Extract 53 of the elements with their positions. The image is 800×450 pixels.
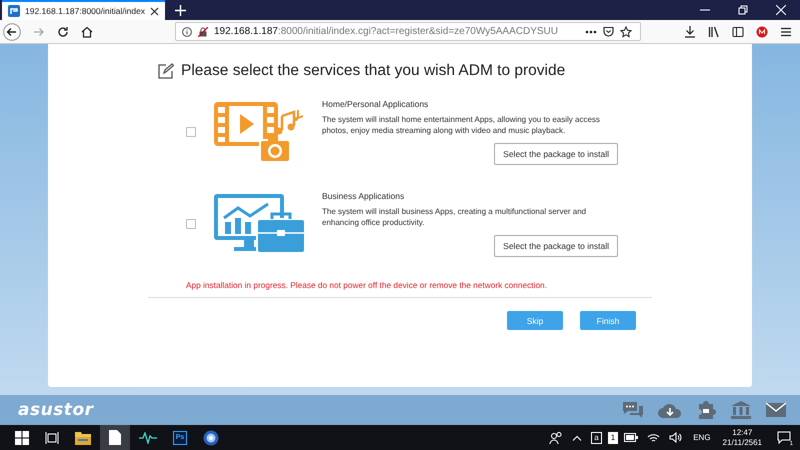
- close-icon[interactable]: [150, 6, 160, 16]
- disc-app-icon[interactable]: [203, 430, 219, 446]
- browser-tab[interactable]: 192.168.1.187:8000/initial/index: [2, 0, 166, 20]
- sidebar-icon[interactable]: [732, 26, 744, 38]
- restore-icon[interactable]: [738, 5, 748, 15]
- folder-icon[interactable]: [75, 430, 91, 444]
- edit-icon: [157, 62, 174, 80]
- cloud-download-icon[interactable]: [658, 402, 682, 418]
- warning-message: App installation in progress. Please do not power off the device or remove the network connection.: [186, 280, 548, 290]
- puzzle-icon[interactable]: [696, 401, 716, 419]
- brand-logo: asustor: [18, 400, 94, 420]
- pocket-icon[interactable]: [603, 26, 614, 37]
- windows-start-icon[interactable]: [15, 430, 29, 444]
- tab-title: 192.168.1.187:8000/initial/index: [25, 6, 146, 16]
- reload-icon[interactable]: [57, 26, 69, 38]
- pulse-icon[interactable]: [139, 432, 157, 444]
- service-title: Home/Personal Applications: [322, 99, 430, 110]
- people-icon[interactable]: [549, 430, 564, 444]
- message-icon: [777, 431, 791, 444]
- more-icon[interactable]: [585, 30, 597, 34]
- home-icon[interactable]: [81, 26, 93, 38]
- checkbox[interactable]: [186, 219, 196, 229]
- task-view-icon[interactable]: [45, 430, 59, 444]
- tray-key[interactable]: a: [591, 432, 602, 444]
- chevron-up-icon[interactable]: [572, 434, 582, 440]
- volume-icon[interactable]: [669, 432, 682, 443]
- info-icon[interactable]: [182, 26, 192, 36]
- select-package-button[interactable]: Select the package to install: [494, 234, 618, 257]
- url-text: 192.168.1.187:8000/initial/index.cgi?act=register&sid=ze70Wy5AAACDYSUU: [214, 26, 558, 37]
- download-icon[interactable]: [684, 26, 696, 38]
- library-icon[interactable]: [708, 26, 720, 38]
- service-description: The system will install business Apps, creating a multifunctional server and enhancing office productivity.: [322, 207, 588, 229]
- extension-icon[interactable]: [756, 26, 768, 38]
- address-bar[interactable]: 192.168.1.187:8000/initial/index.cgi?act=register&sid=ze70Wy5AAACDYSUU: [175, 22, 641, 41]
- language-indicator[interactable]: ENG: [693, 433, 711, 442]
- checkbox[interactable]: [186, 127, 196, 137]
- mail-icon[interactable]: [766, 403, 786, 417]
- back-icon[interactable]: [3, 22, 21, 40]
- tray-key[interactable]: 1: [608, 432, 618, 444]
- chat-icon[interactable]: [622, 401, 644, 419]
- menu-icon[interactable]: [780, 26, 792, 38]
- dialog-title: Please select the services that you wish ADM to provide: [181, 62, 566, 80]
- wifi-icon[interactable]: [647, 432, 660, 442]
- star-icon[interactable]: [620, 26, 632, 38]
- site-icon: [8, 5, 20, 17]
- service-title: Business Applications: [322, 191, 406, 202]
- new-tab-icon[interactable]: [175, 5, 186, 16]
- select-package-button[interactable]: Select the package to install: [494, 142, 618, 165]
- insecure-lock-icon[interactable]: [198, 26, 208, 36]
- document-icon[interactable]: [100, 425, 130, 450]
- battery-icon[interactable]: [624, 433, 638, 442]
- service-description: The system will install home entertainment Apps, allowing you to easily access photos, enjoy media streaming along with video and music playback.: [322, 115, 601, 137]
- clock[interactable]: 12:47 21/11/2561: [722, 428, 762, 448]
